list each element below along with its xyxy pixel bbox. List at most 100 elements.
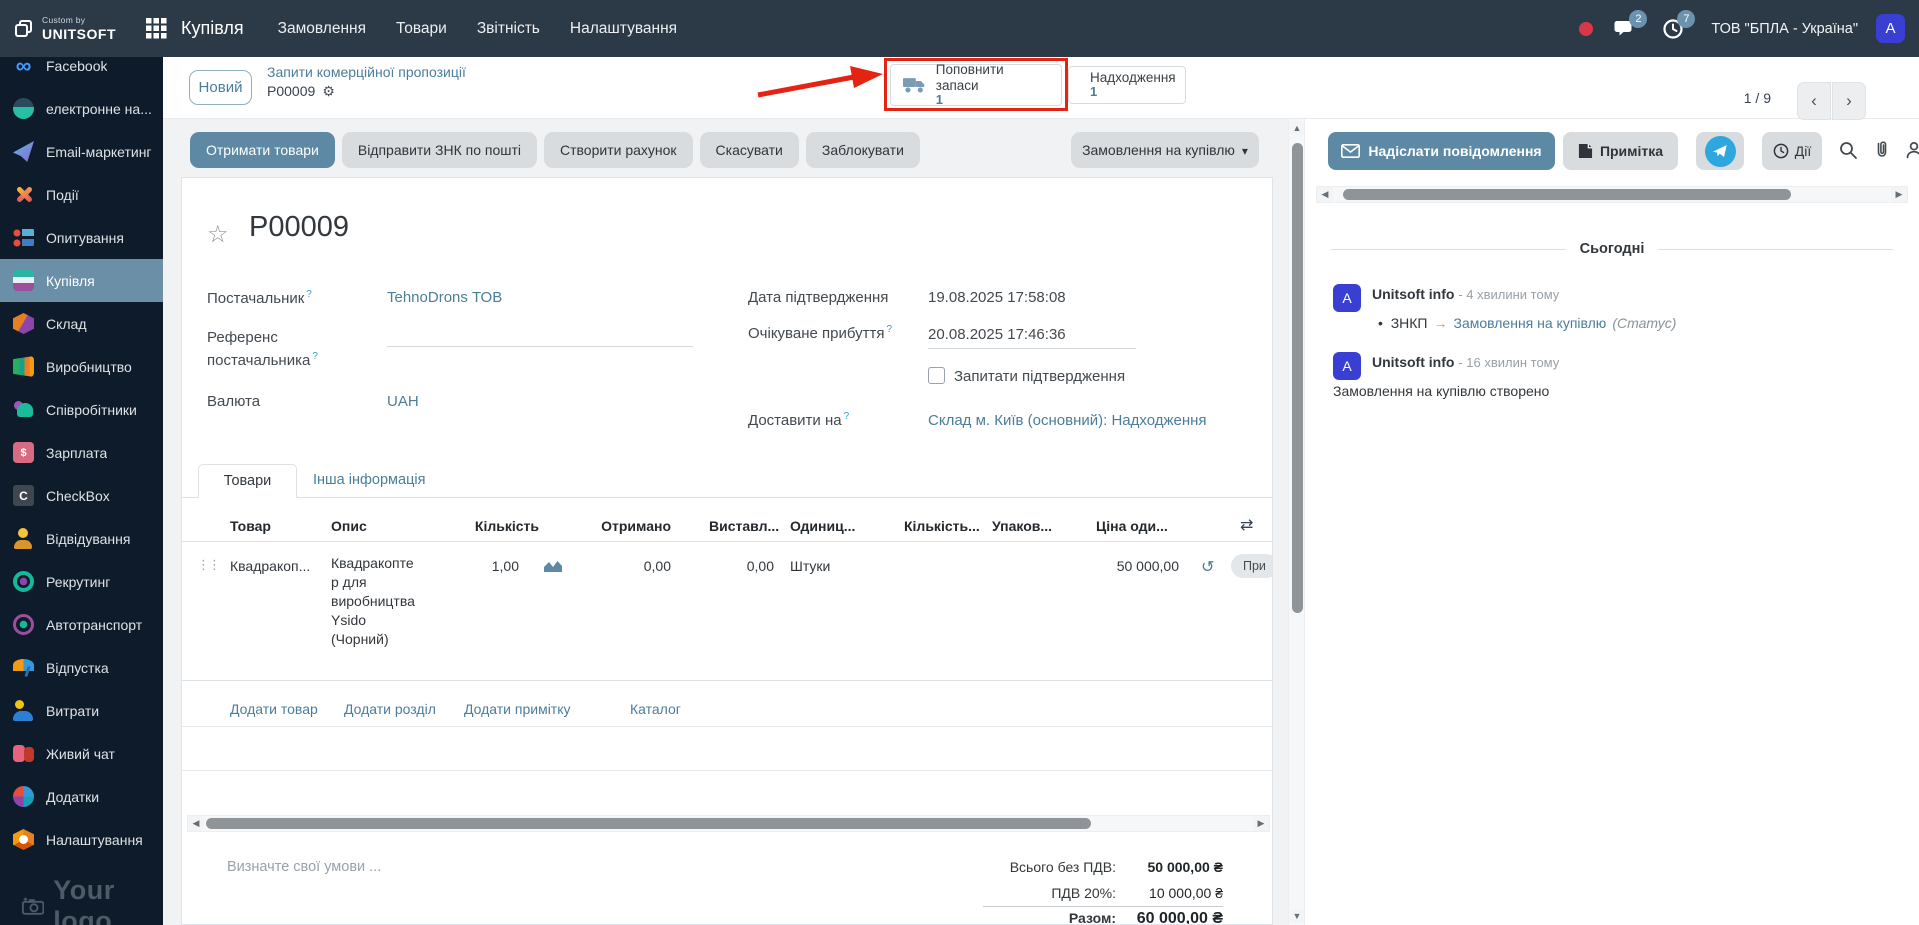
- forecast-chart-icon[interactable]: [543, 558, 563, 573]
- cell-received[interactable]: 0,00: [644, 558, 671, 574]
- column-header-6[interactable]: Кількість...: [904, 518, 980, 534]
- sidebar-item-recruitment[interactable]: Рекрутинг: [0, 560, 163, 603]
- add-product-link[interactable]: Додати товар: [230, 701, 318, 717]
- cell-quantity[interactable]: 1,00: [492, 558, 519, 574]
- activities-button[interactable]: Дії: [1762, 132, 1822, 170]
- h-scrollbar-thumb[interactable]: [1343, 189, 1791, 200]
- user-avatar[interactable]: A: [1876, 14, 1905, 43]
- main-v-scrollbar[interactable]: ▲ ▼: [1288, 119, 1305, 925]
- fleet-icon: [13, 614, 34, 635]
- column-header-5[interactable]: Одиниц...: [790, 518, 855, 534]
- receive-products-button[interactable]: Отримати товари: [190, 132, 335, 168]
- cell-product[interactable]: Квадракоп...: [230, 558, 310, 574]
- sidebar-item-email[interactable]: Email-маркетинг: [0, 130, 163, 173]
- currency-value-link[interactable]: UAH: [387, 393, 419, 410]
- optional-columns-icon[interactable]: [1240, 515, 1253, 535]
- sidebar-item-inventory[interactable]: Склад: [0, 302, 163, 345]
- status-dropdown[interactable]: Замовлення на купівлю: [1071, 132, 1259, 168]
- pager-next-button[interactable]: ›: [1832, 82, 1866, 120]
- scroll-down-arrow[interactable]: ▼: [1290, 909, 1304, 923]
- add-note-link[interactable]: Додати примітку: [464, 701, 571, 717]
- price-history-icon[interactable]: [1201, 557, 1214, 577]
- scroll-up-arrow[interactable]: ▲: [1290, 121, 1304, 135]
- sidebar-item-attendance[interactable]: Відвідування: [0, 517, 163, 560]
- activities-clock-icon[interactable]: 7: [1659, 9, 1696, 44]
- sidebar-item-checkbox[interactable]: C CheckBox: [0, 474, 163, 517]
- table-h-scrollbar[interactable]: ◀ ▶: [187, 815, 1270, 832]
- deliver-to-value-link[interactable]: Склад м. Київ (основний): Надходження: [928, 412, 1207, 429]
- cell-billed[interactable]: 0,00: [747, 558, 774, 574]
- receipt-smart-button[interactable]: Надходження 1: [1068, 66, 1186, 104]
- column-header-8[interactable]: Ціна оди...: [1096, 518, 1168, 534]
- sidebar-item-elearning[interactable]: електронне на...: [0, 87, 163, 130]
- messages-icon[interactable]: 2: [1611, 9, 1648, 44]
- column-header-1[interactable]: Опис: [331, 518, 367, 534]
- favorite-star-icon[interactable]: [207, 220, 229, 249]
- status-new-value-link[interactable]: Замовлення на купівлю: [1453, 315, 1606, 331]
- tab-products[interactable]: Товари: [198, 464, 297, 498]
- sidebar-item-events[interactable]: Події: [0, 173, 163, 216]
- topbar-menu-item-0[interactable]: Замовлення: [278, 20, 366, 38]
- terms-placeholder-input[interactable]: Визначте свої умови ...: [227, 859, 381, 875]
- tax-tag[interactable]: При: [1231, 554, 1272, 578]
- scroll-right-arrow[interactable]: ▶: [1891, 187, 1907, 202]
- pager-prev-button[interactable]: ‹: [1797, 82, 1831, 120]
- scroll-left-arrow[interactable]: ◀: [188, 816, 204, 831]
- secondary-action-button-2[interactable]: Скасувати: [699, 132, 799, 168]
- column-header-3[interactable]: Отримано: [601, 518, 671, 534]
- ask-confirmation-checkbox[interactable]: [928, 367, 945, 384]
- sidebar-item-expenses[interactable]: Витрати: [0, 689, 163, 732]
- settings-gear-icon[interactable]: [322, 82, 335, 101]
- today-label: Сьогодні: [1579, 241, 1645, 257]
- sidebar-item-livechat[interactable]: Живий чат: [0, 732, 163, 775]
- supplier-value-link[interactable]: TehnoDrons ТОВ: [387, 289, 502, 306]
- cell-description[interactable]: Квадракоптер для виробництва Ysido (Чорн…: [331, 554, 421, 649]
- replenish-smart-button[interactable]: Поповнити запаси 1: [890, 62, 1062, 107]
- sidebar-item-employees[interactable]: Співробітники: [0, 388, 163, 431]
- sidebar-item-surveys[interactable]: Опитування: [0, 216, 163, 259]
- topbar-menu-item-2[interactable]: Звітність: [477, 20, 540, 38]
- sidebar-item-settings[interactable]: Налаштування: [0, 818, 163, 861]
- apps-grid-icon[interactable]: [146, 18, 167, 39]
- topbar-menu-item-3[interactable]: Налаштування: [570, 20, 677, 38]
- h-scrollbar-thumb[interactable]: [206, 818, 1091, 829]
- log-note-button[interactable]: Примітка: [1563, 132, 1678, 170]
- scroll-left-arrow[interactable]: ◀: [1317, 187, 1333, 202]
- column-header-7[interactable]: Упаков...: [992, 518, 1052, 534]
- sidebar-item-facebook[interactable]: ∞ Facebook: [0, 57, 163, 87]
- secondary-action-button-1[interactable]: Створити рахунок: [544, 132, 693, 168]
- search-messages-icon[interactable]: [1838, 140, 1858, 160]
- scroll-right-arrow[interactable]: ▶: [1253, 816, 1269, 831]
- drag-handle-icon[interactable]: [197, 557, 219, 573]
- sidebar-item-manufacturing[interactable]: Виробництво: [0, 345, 163, 388]
- new-button[interactable]: Новий: [189, 70, 252, 105]
- column-header-4[interactable]: Виставл...: [709, 518, 779, 534]
- sidebar-item-purchase[interactable]: Купівля: [0, 259, 163, 302]
- expected-arrival-value[interactable]: 20.08.2025 17:46:36: [928, 326, 1066, 343]
- column-header-0[interactable]: Товар: [230, 518, 271, 534]
- sidebar-item-apps[interactable]: Додатки: [0, 775, 163, 818]
- vendor-ref-input[interactable]: [387, 346, 693, 347]
- payroll-icon: $: [13, 442, 34, 463]
- company-switcher[interactable]: ТОВ "БПЛА - Україна": [1711, 21, 1858, 37]
- secondary-action-button-3[interactable]: Заблокувати: [805, 132, 920, 168]
- topbar-menu-item-1[interactable]: Товари: [396, 20, 447, 38]
- sidebar-item-timeoff[interactable]: Відпустка: [0, 646, 163, 689]
- add-section-link[interactable]: Додати розділ: [344, 701, 436, 717]
- chatter-h-scrollbar[interactable]: ◀ ▶: [1316, 186, 1908, 203]
- catalog-link[interactable]: Каталог: [630, 701, 681, 717]
- followers-person-icon[interactable]: [1904, 140, 1919, 160]
- column-header-2[interactable]: Кількість: [475, 518, 539, 534]
- cell-uom[interactable]: Штуки: [790, 558, 830, 574]
- current-app-name[interactable]: Купівля: [181, 18, 244, 39]
- telegram-button[interactable]: [1696, 132, 1744, 170]
- v-scrollbar-thumb[interactable]: [1292, 143, 1303, 613]
- tab-other-info[interactable]: Інша інформація: [313, 472, 425, 488]
- cell-unit-price[interactable]: 50 000,00: [1117, 558, 1179, 574]
- send-message-button[interactable]: Надіслати повідомлення: [1328, 132, 1555, 170]
- sidebar-item-payroll[interactable]: $ Зарплата: [0, 431, 163, 474]
- attachments-paperclip-icon[interactable]: [1872, 140, 1892, 160]
- sidebar-item-fleet[interactable]: Автотранспорт: [0, 603, 163, 646]
- breadcrumb-parent-link[interactable]: Запити комерційної пропозиції: [267, 63, 466, 82]
- secondary-action-button-0[interactable]: Відправити ЗНК по пошті: [341, 132, 537, 168]
